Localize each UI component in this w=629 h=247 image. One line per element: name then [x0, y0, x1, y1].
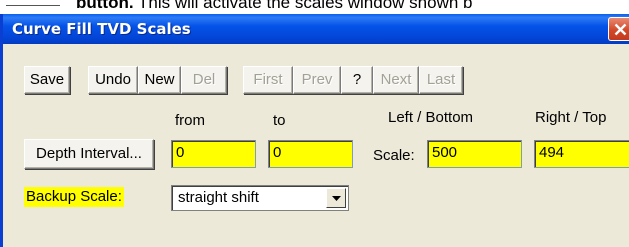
- scale-left-bottom-input[interactable]: 500: [427, 140, 522, 168]
- last-button[interactable]: Last: [419, 66, 463, 94]
- first-button[interactable]: First: [243, 66, 293, 94]
- close-button[interactable]: [608, 17, 629, 41]
- close-icon: [614, 23, 627, 36]
- right-top-label: Right / Top: [535, 109, 607, 126]
- page: button. This will activate the scales wi…: [0, 0, 629, 247]
- new-button[interactable]: New: [138, 66, 181, 94]
- document-bold-text: button.: [76, 0, 134, 12]
- scale-right-top-input[interactable]: 494: [534, 140, 629, 168]
- chevron-down-icon: [332, 196, 341, 201]
- backup-scale-select[interactable]: straight shift: [171, 185, 349, 211]
- depth-to-input[interactable]: 0: [268, 140, 353, 168]
- document-partial-text: button. This will activate the scales wi…: [76, 0, 473, 13]
- window-title: Curve Fill TVD Scales: [12, 20, 191, 38]
- save-button[interactable]: Save: [24, 66, 70, 94]
- help-button[interactable]: ?: [341, 66, 373, 94]
- document-rule: [6, 5, 60, 6]
- depth-from-input[interactable]: 0: [171, 140, 256, 168]
- title-bar[interactable]: Curve Fill TVD Scales: [3, 14, 629, 44]
- to-label: to: [273, 112, 286, 129]
- del-button[interactable]: Del: [181, 66, 227, 94]
- document-normal-text: This will activate the scales window sho…: [133, 0, 473, 12]
- backup-scale-selected-value: straight shift: [178, 189, 259, 206]
- undo-button[interactable]: Undo: [88, 66, 138, 94]
- left-bottom-label: Left / Bottom: [388, 109, 474, 126]
- prev-button[interactable]: Prev: [293, 66, 341, 94]
- scale-label: Scale:: [373, 147, 415, 164]
- document-text-strip: button. This will activate the scales wi…: [0, 0, 629, 14]
- depth-interval-button[interactable]: Depth Interval...: [24, 139, 154, 169]
- backup-scale-label: Backup Scale:: [24, 187, 124, 207]
- curve-fill-tvd-scales-window: Curve Fill TVD Scales Save Undo New Del …: [0, 14, 629, 247]
- next-button[interactable]: Next: [373, 66, 419, 94]
- backup-scale-dropdown-button[interactable]: [326, 188, 346, 208]
- from-label: from: [175, 112, 205, 129]
